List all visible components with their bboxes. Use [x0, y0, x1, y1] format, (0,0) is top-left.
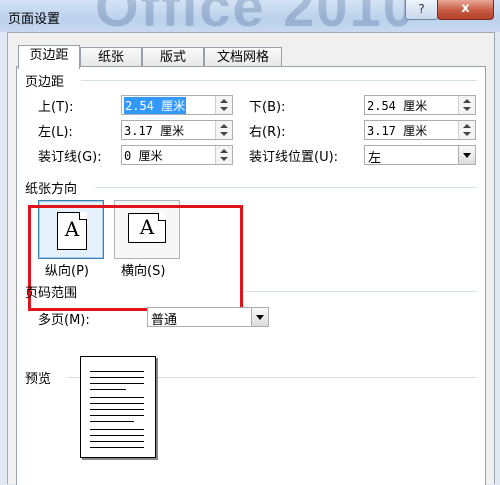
- spin-arrows[interactable]: [215, 121, 232, 139]
- group-divider: [95, 187, 477, 188]
- down-arrow-icon: [463, 132, 471, 136]
- help-button[interactable]: ?: [405, 0, 438, 20]
- preview-line: [90, 371, 144, 372]
- title-bar: Office 2010 页面设置 ? x: [0, 0, 500, 38]
- up-arrow-icon: [220, 99, 228, 103]
- right-margin-value: 3.17 厘米: [367, 124, 428, 138]
- up-arrow-icon: [220, 149, 228, 153]
- preview-line: [90, 383, 144, 384]
- preview-line: [90, 403, 144, 404]
- right-margin-label: 右(R):: [249, 125, 286, 140]
- bottom-margin-label: 下(B):: [249, 100, 286, 115]
- multiple-pages-select[interactable]: 普通: [147, 307, 269, 328]
- orientation-group-label: 纸张方向: [25, 182, 78, 197]
- multiple-pages-label: 多页(M):: [38, 313, 90, 328]
- up-arrow-icon: [463, 124, 471, 128]
- pages-group-label: 页码范围: [25, 286, 78, 301]
- margins-group-label: 页边距: [25, 75, 65, 90]
- gutter-value: 0 厘米: [124, 149, 163, 163]
- down-arrow-icon: [220, 107, 228, 111]
- preview-line: [90, 377, 144, 378]
- spin-arrows[interactable]: [215, 96, 232, 114]
- gutter-position-label: 装订线位置(U):: [249, 150, 339, 165]
- top-margin-value: 2.54 厘米: [124, 97, 187, 114]
- preview-line: [90, 421, 134, 422]
- left-margin-label: 左(L):: [38, 125, 73, 140]
- preview-group-label: 预览: [25, 372, 52, 387]
- spin-arrows[interactable]: [215, 146, 232, 164]
- chevron-down-icon[interactable]: [251, 308, 268, 326]
- preview-line: [90, 409, 144, 410]
- down-arrow-icon: [463, 107, 471, 111]
- close-button[interactable]: x: [437, 0, 494, 20]
- down-arrow-icon: [220, 132, 228, 136]
- gutter-label: 装订线(G):: [38, 150, 102, 165]
- gutter-position-value: 左: [368, 151, 382, 166]
- top-margin-label: 上(T):: [38, 100, 74, 115]
- tab-document-grid[interactable]: 文档网格: [204, 47, 282, 68]
- multiple-pages-value: 普通: [151, 313, 178, 328]
- tab-layout[interactable]: 版式: [142, 47, 204, 68]
- window-title: 页面设置: [8, 12, 61, 27]
- preview-line: [90, 435, 144, 436]
- preview-line: [90, 447, 144, 448]
- preview-line: [90, 415, 144, 416]
- left-margin-stepper[interactable]: 3.17 厘米: [121, 120, 233, 140]
- left-margin-value: 3.17 厘米: [124, 124, 185, 138]
- group-divider: [245, 291, 477, 292]
- preview-line: [90, 441, 144, 442]
- right-margin-stepper[interactable]: 3.17 厘米: [364, 120, 476, 140]
- up-arrow-icon: [220, 124, 228, 128]
- up-arrow-icon: [463, 99, 471, 103]
- bottom-margin-value: 2.54 厘米: [367, 99, 428, 113]
- chevron-down-icon[interactable]: [458, 146, 475, 164]
- bottom-margin-stepper[interactable]: 2.54 厘米: [364, 95, 476, 115]
- tab-margins[interactable]: 页边距: [18, 45, 80, 69]
- spin-arrows[interactable]: [458, 96, 475, 114]
- preview-line: [90, 429, 144, 430]
- gutter-position-select[interactable]: 左: [364, 145, 476, 166]
- group-divider: [81, 80, 477, 81]
- gutter-stepper[interactable]: 0 厘米: [121, 145, 233, 165]
- tab-paper[interactable]: 纸张: [80, 47, 142, 68]
- preview-page-thumbnail: [80, 356, 156, 458]
- spin-arrows[interactable]: [458, 121, 475, 139]
- down-arrow-icon: [220, 157, 228, 161]
- top-margin-stepper[interactable]: 2.54 厘米: [121, 95, 233, 115]
- preview-line: [90, 389, 126, 390]
- preview-line: [90, 397, 144, 398]
